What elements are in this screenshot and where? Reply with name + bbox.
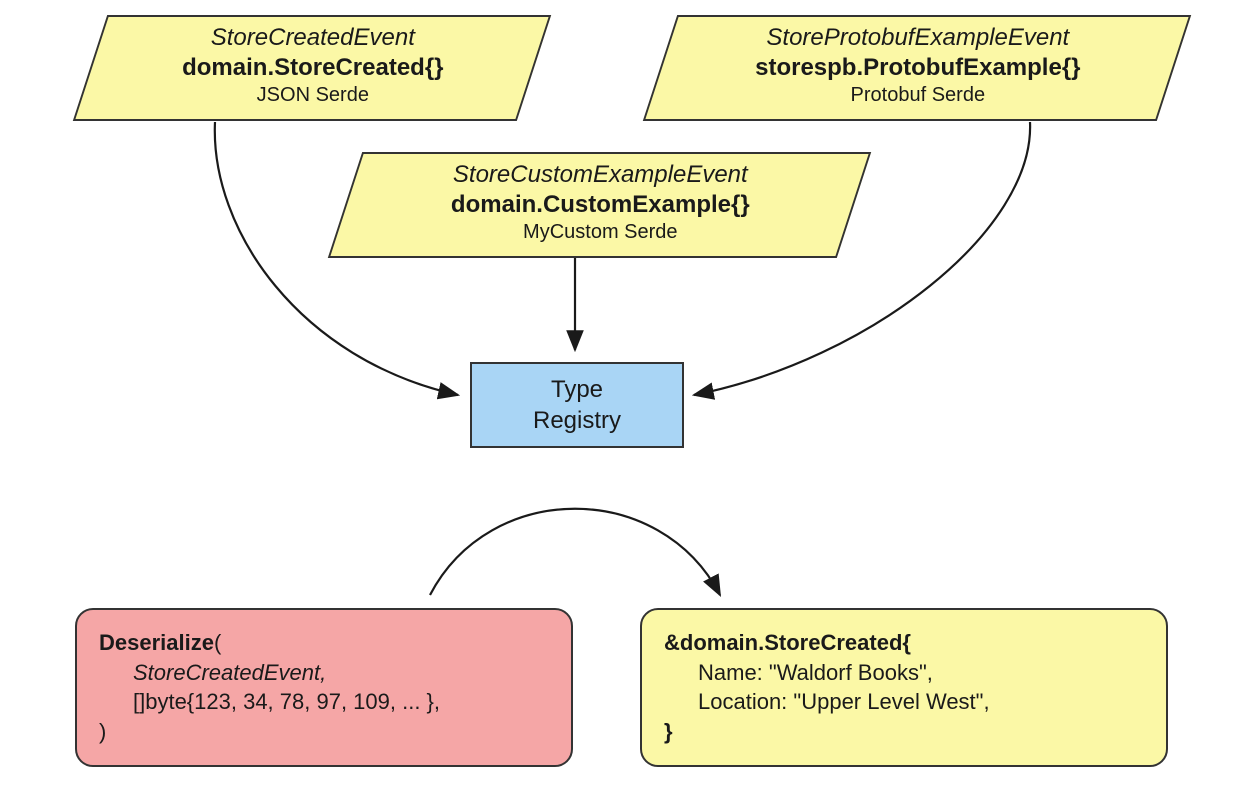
type-registry-line2: Registry — [533, 405, 621, 436]
deserialize-arg1: StoreCreatedEvent, — [99, 658, 549, 688]
close-paren: ) — [99, 717, 549, 747]
event-proto-title: StoreProtobufExampleEvent — [663, 23, 1173, 53]
open-paren: ( — [214, 630, 221, 655]
event-proto-serde-label: Protobuf Serde — [663, 83, 1173, 108]
event-proto-type: storespb.ProtobufExample{} — [663, 53, 1173, 83]
deserialize-call-box: Deserialize( StoreCreatedEvent, []byte{1… — [75, 608, 573, 767]
deserialize-fn-name: Deserialize — [99, 630, 214, 655]
event-protobuf-serde: StoreProtobufExampleEvent storespb.Proto… — [643, 15, 1191, 121]
result-head: &domain.StoreCreated{ — [664, 628, 1144, 658]
type-registry-box: Type Registry — [470, 362, 684, 448]
event-json-title: StoreCreatedEvent — [93, 23, 533, 53]
event-json-serde-label: JSON Serde — [93, 83, 533, 108]
type-registry-line1: Type — [533, 374, 621, 405]
result-name-line: Name: "Waldorf Books", — [664, 658, 1144, 688]
result-close-brace: } — [664, 717, 1144, 747]
event-json-type: domain.StoreCreated{} — [93, 53, 533, 83]
arrow-registry-to-result — [430, 509, 720, 595]
deserialize-result-box: &domain.StoreCreated{ Name: "Waldorf Boo… — [640, 608, 1168, 767]
event-custom-serde-label: MyCustom Serde — [348, 220, 853, 245]
event-json-serde: StoreCreatedEvent domain.StoreCreated{} … — [73, 15, 551, 121]
event-custom-type: domain.CustomExample{} — [348, 190, 853, 220]
deserialize-arg2: []byte{123, 34, 78, 97, 109, ... }, — [99, 687, 549, 717]
diagram-canvas: StoreCreatedEvent domain.StoreCreated{} … — [0, 0, 1242, 809]
event-custom-serde: StoreCustomExampleEvent domain.CustomExa… — [328, 152, 871, 258]
event-custom-title: StoreCustomExampleEvent — [348, 160, 853, 190]
result-location-line: Location: "Upper Level West", — [664, 687, 1144, 717]
